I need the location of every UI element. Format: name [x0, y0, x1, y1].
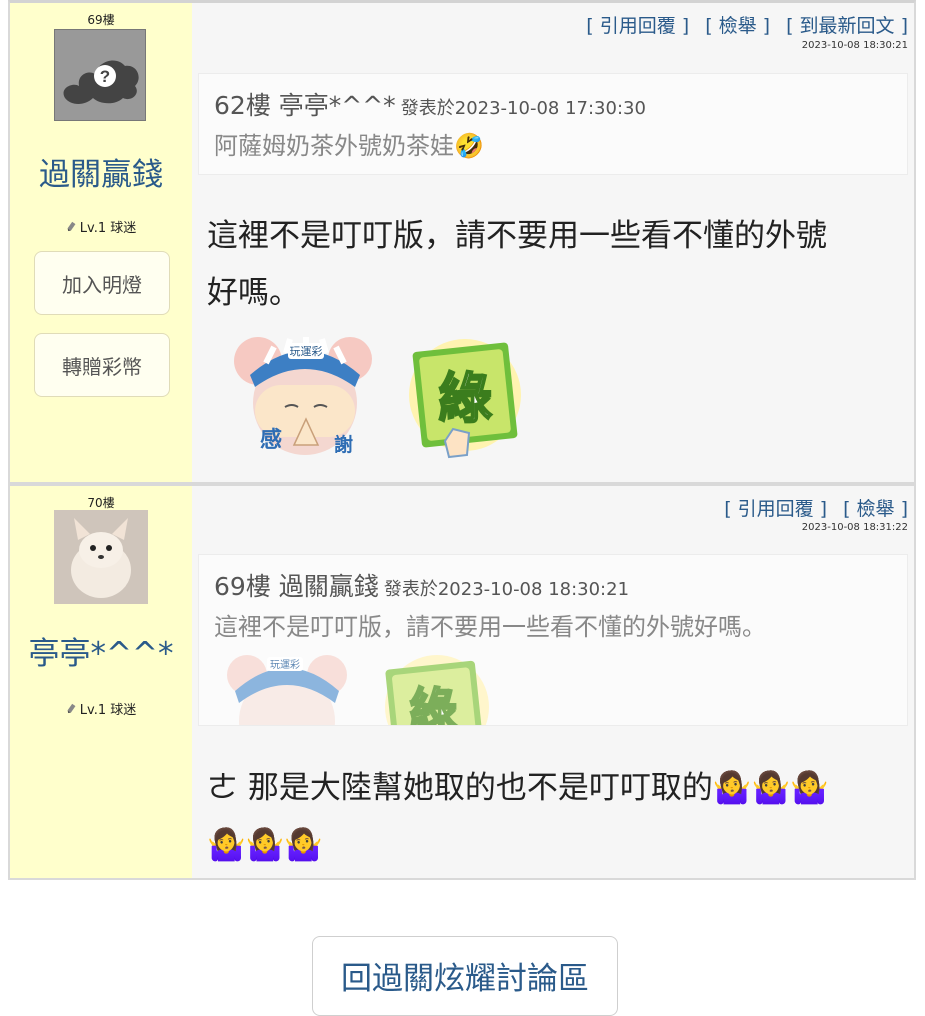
quoted-stickers: 玩運彩 綠: [227, 655, 489, 726]
quote-reply-link[interactable]: [ 引用回覆 ]: [724, 498, 827, 520]
quote-block: 69樓 過關贏錢 發表於2023-10-08 18:30:21 這裡不是叮叮版，…: [198, 554, 908, 726]
gift-coins-button[interactable]: 轉贈彩幣: [34, 333, 170, 397]
sticker-thanks-text-2: 謝: [334, 433, 353, 456]
svg-text:?: ?: [100, 67, 110, 86]
post-actions: [ 引用回覆 ] [ 檢舉 ] [ 到最新回文 ]: [570, 11, 908, 38]
quote-text: 這裡不是叮叮版，請不要用一些看不懂的外號好嗎。: [214, 613, 766, 641]
sticker-thanks-text: 感: [260, 427, 282, 453]
sticker-cap-text: 玩運彩: [290, 345, 323, 358]
quote-header: 62樓 亭亭*^^* 發表於2023-10-08 17:30:30: [214, 86, 646, 122]
dog-avatar-icon: [54, 510, 148, 604]
quote-date: 發表於2023-10-08 17:30:30: [400, 98, 646, 119]
post-content-line: 🤷‍♀️🤷‍♀️🤷‍♀️: [207, 827, 323, 863]
back-to-forum-button[interactable]: 回過關炫耀討論區: [312, 936, 618, 1016]
quoted-green-text: 綠: [409, 683, 457, 726]
floor-number: 70樓: [87, 496, 115, 510]
post-content: ㄜ 那是大陸幫她取的也不是叮叮取的🤷‍♀️🤷‍♀️🤷‍♀️ 🤷‍♀️🤷‍♀️🤷‍…: [207, 760, 829, 874]
thanks-sticker: 玩運彩 感 謝: [234, 337, 372, 456]
user-level: Lv.1 球迷: [10, 217, 192, 236]
quote-author: 62樓 亭亭*^^*: [214, 91, 396, 120]
add-light-button[interactable]: 加入明燈: [34, 251, 170, 315]
quote-header: 69樓 過關贏錢 發表於2023-10-08 18:30:21: [214, 567, 629, 603]
floor-number: 69樓: [87, 13, 115, 27]
quote-reply-link[interactable]: [ 引用回覆 ]: [586, 15, 689, 37]
post-content-line: 好嗎。: [207, 275, 300, 311]
user-level-text: Lv.1 球迷: [79, 703, 137, 718]
username[interactable]: 過關贏錢: [10, 149, 192, 194]
report-link[interactable]: [ 檢舉 ]: [843, 498, 908, 520]
quote-text: 阿薩姆奶茶外號奶茶娃🤣: [214, 132, 484, 160]
quoted-cap-text: 玩運彩: [270, 659, 300, 671]
green-sticker: 綠: [409, 339, 521, 459]
post-floor-69: 69樓 ? 過關贏錢 Lv.1 球迷 加入明燈 轉贈彩幣 [ 引用回覆 ] [ 檢…: [8, 0, 916, 484]
quote-block: 62樓 亭亭*^^* 發表於2023-10-08 17:30:30 阿薩姆奶茶外…: [198, 73, 908, 175]
default-avatar[interactable]: ?: [54, 29, 146, 121]
post-timestamp: 2023-10-08 18:30:21: [801, 40, 908, 51]
report-link[interactable]: [ 檢舉 ]: [705, 15, 770, 37]
quote-date: 發表於2023-10-08 18:30:21: [383, 579, 630, 600]
post-floor-70: 70樓 亭亭*^^* Lv.1 球迷 [ 引用回覆 ] [ 檢舉 ] 2023-1…: [8, 484, 916, 880]
user-level-text: Lv.1 球迷: [79, 221, 137, 236]
post-timestamp: 2023-10-08 18:31:22: [801, 522, 908, 533]
user-avatar[interactable]: [54, 510, 148, 604]
user-level: Lv.1 球迷: [10, 699, 192, 718]
latest-reply-link[interactable]: [ 到最新回文 ]: [786, 15, 908, 37]
sticker-green-text: 綠: [438, 367, 492, 430]
quote-author: 69樓 過關贏錢: [214, 572, 379, 601]
pencil-icon: [67, 221, 76, 232]
post-actions: [ 引用回覆 ] [ 檢舉 ]: [708, 494, 908, 521]
post-content-line: ㄜ 那是大陸幫她取的也不是叮叮取的🤷‍♀️🤷‍♀️🤷‍♀️: [207, 770, 829, 806]
user-sidebar: 70樓 亭亭*^^* Lv.1 球迷: [10, 486, 192, 878]
post-content-line: 這裡不是叮叮版，請不要用一些看不懂的外號: [207, 218, 827, 254]
pencil-icon: [67, 703, 76, 714]
unknown-user-icon: ?: [63, 60, 139, 104]
user-sidebar: 69樓 ? 過關贏錢 Lv.1 球迷 加入明燈 轉贈彩幣: [10, 3, 192, 482]
post-content: 這裡不是叮叮版，請不要用一些看不懂的外號 好嗎。: [207, 208, 827, 322]
username[interactable]: 亭亭*^^*: [10, 628, 192, 673]
